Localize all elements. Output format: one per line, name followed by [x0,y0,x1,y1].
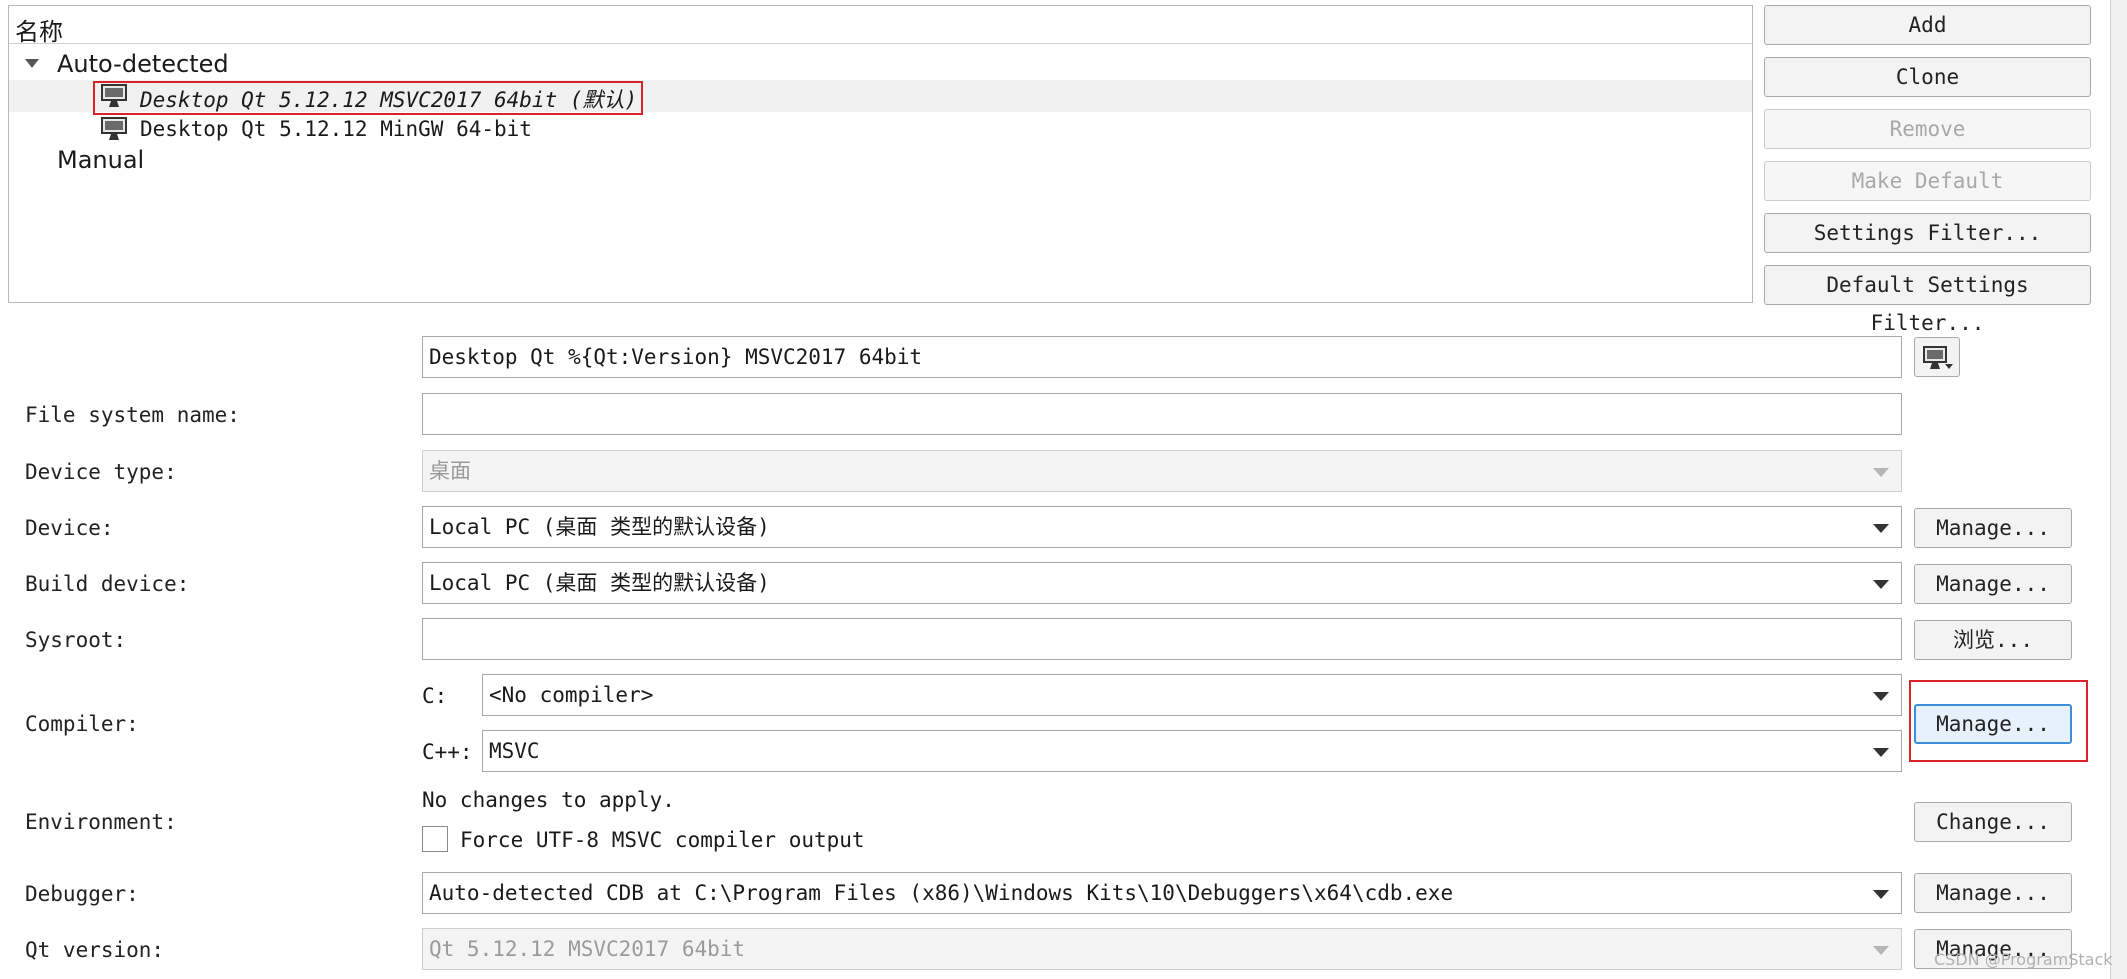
vertical-scrollbar[interactable] [2110,0,2127,979]
tree-header-label: 名称 [15,18,63,46]
build-device-manage-button[interactable]: Manage... [1914,564,2072,604]
chevron-down-icon [1873,946,1889,955]
compiler-c-label: C: [422,684,448,708]
device-combo[interactable]: Local PC (桌面 类型的默认设备) [422,506,1902,548]
build-device-combo[interactable]: Local PC (桌面 类型的默认设备) [422,562,1902,604]
debugger-value: Auto-detected CDB at C:\Program Files (x… [429,881,1454,905]
device-value: Local PC (桌面 类型的默认设备) [429,515,770,539]
kit-tree[interactable]: 名称 Auto-detected Desktop Qt 5.12.12 MSVC… [8,5,1753,303]
chevron-down-icon [1873,468,1889,477]
chevron-down-icon [1873,580,1889,589]
expand-arrow-icon[interactable] [25,59,39,69]
force-utf8-checkbox[interactable] [422,826,448,852]
compiler-cpp-value: MSVC [489,739,540,763]
environment-change-button[interactable]: Change... [1914,802,2072,842]
chevron-down-icon [1873,748,1889,757]
desktop-monitor-icon [101,84,127,107]
add-button[interactable]: Add [1764,5,2091,45]
clone-button[interactable]: Clone [1764,57,2091,97]
chevron-down-icon [1873,692,1889,701]
environment-status: No changes to apply. [422,788,675,812]
device-type-value: 桌面 [429,459,471,483]
device-manage-button[interactable]: Manage... [1914,508,2072,548]
tree-item-label: Desktop Qt 5.12.12 MSVC2017 64bit (默认) [140,88,638,112]
settings-filter-button[interactable]: Settings Filter... [1764,213,2091,253]
default-settings-filter-button[interactable]: Default Settings Filter... [1764,265,2091,335]
compiler-label: Compiler: [25,712,139,736]
tree-header[interactable]: 名称 [9,6,1752,46]
device-label: Device: [25,516,114,540]
tree-item-label: Desktop Qt 5.12.12 MinGW 64-bit [140,117,532,141]
compiler-c-combo[interactable]: <No compiler> [482,674,1902,716]
device-type-label: Device type: [25,460,177,484]
make-default-button[interactable]: Make Default [1764,161,2091,201]
desktop-monitor-icon [101,117,127,140]
tree-group-label: Auto-detected [57,50,229,78]
build-device-value: Local PC (桌面 类型的默认设备) [429,571,770,595]
tree-item-kit-msvc[interactable]: Desktop Qt 5.12.12 MSVC2017 64bit (默认) [9,80,1752,115]
qt-version-label: Qt version: [25,938,165,962]
desktop-monitor-icon [1923,346,1953,369]
tree-group-auto-detected[interactable]: Auto-detected [9,48,1752,80]
qt-version-combo[interactable]: Qt 5.12.12 MSVC2017 64bit [422,928,1902,970]
environment-label: Environment: [25,810,177,834]
build-device-label: Build device: [25,572,190,596]
file-system-name-label: File system name: [25,403,240,427]
compiler-c-value: <No compiler> [489,683,654,707]
compiler-cpp-combo[interactable]: MSVC [482,730,1902,772]
tree-group-label: Manual [57,146,145,174]
debugger-combo[interactable]: Auto-detected CDB at C:\Program Files (x… [422,872,1902,914]
remove-button[interactable]: Remove [1764,109,2091,149]
qt-version-value: Qt 5.12.12 MSVC2017 64bit [429,937,746,961]
watermark: CSDN @ProgramStack [1934,950,2113,969]
file-system-name-input[interactable] [422,393,1902,435]
chevron-down-icon [1873,890,1889,899]
sysroot-input[interactable] [422,618,1902,660]
sysroot-browse-button[interactable]: 浏览... [1914,620,2072,660]
chevron-down-icon [1873,524,1889,533]
device-type-combo[interactable]: 桌面 [422,450,1902,492]
kit-icon-button[interactable] [1914,337,1960,377]
tree-group-manual[interactable]: Manual [9,144,1752,176]
debugger-label: Debugger: [25,882,139,906]
tree-item-kit-mingw[interactable]: Desktop Qt 5.12.12 MinGW 64-bit [9,113,1752,145]
force-utf8-label[interactable]: Force UTF-8 MSVC compiler output [460,828,865,852]
sysroot-label: Sysroot: [25,628,127,652]
debugger-manage-button[interactable]: Manage... [1914,873,2072,913]
compiler-cpp-label: C++: [422,740,473,764]
kit-name-input[interactable]: Desktop Qt %{Qt:Version} MSVC2017 64bit [422,336,1902,378]
compiler-manage-button[interactable]: Manage... [1914,704,2072,744]
